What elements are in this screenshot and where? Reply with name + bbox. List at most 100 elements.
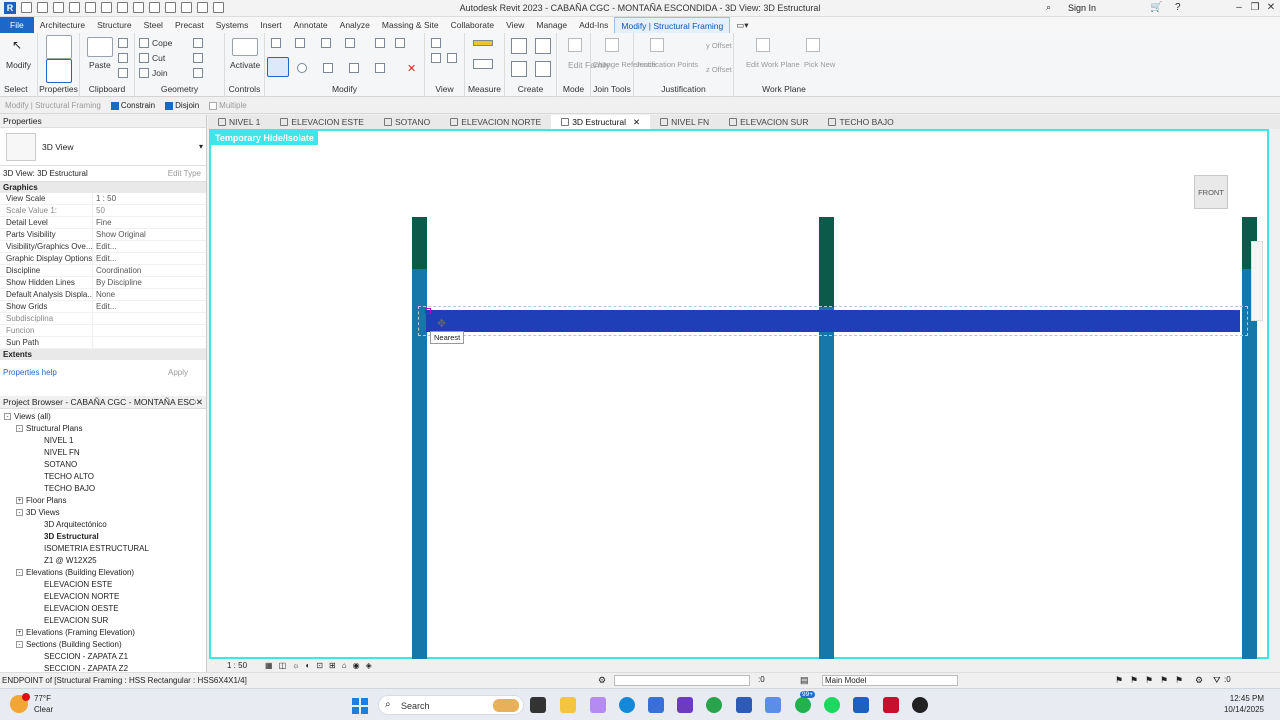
browser-item[interactable]: - Elevations (Building Elevation) <box>0 567 206 579</box>
select-links-icon[interactable]: ⚑ <box>1115 675 1123 686</box>
browser-item[interactable]: + Floor Plans <box>0 495 206 507</box>
activate-icon[interactable] <box>232 38 258 56</box>
snipping-tool-icon[interactable] <box>765 697 781 713</box>
justification-points-button[interactable]: Justification Points <box>636 60 698 69</box>
create-assembly-icon[interactable] <box>511 38 527 54</box>
cope-button[interactable]: Cope <box>152 38 172 48</box>
close-tab-icon[interactable]: ✕ <box>633 115 640 129</box>
clock-time[interactable]: 12:45 PM <box>1210 694 1264 703</box>
property-row[interactable]: Show Grids Edit... <box>0 301 206 313</box>
structural-column[interactable] <box>412 217 427 661</box>
split-icon[interactable] <box>349 63 359 73</box>
open-icon[interactable] <box>21 2 32 13</box>
browser-item[interactable]: ISOMETRIA ESTRUCTURAL <box>0 543 206 555</box>
browser-item[interactable]: Z1 @ W12X25 <box>0 555 206 567</box>
browser-item[interactable]: ELEVACION NORTE <box>0 591 206 603</box>
property-value[interactable]: Edit... <box>92 241 206 252</box>
property-value[interactable]: By Discipline <box>92 277 206 288</box>
join-button[interactable]: Join <box>152 68 168 78</box>
expand-icon[interactable]: + <box>16 629 23 637</box>
store-icon[interactable] <box>648 697 664 713</box>
lock-view-icon[interactable]: ⌂ <box>342 661 347 670</box>
cut-icon[interactable] <box>118 38 128 48</box>
visual-style-icon[interactable]: ◫ <box>279 661 287 670</box>
property-value[interactable]: 1 : 50 <box>92 193 206 204</box>
property-row[interactable]: Graphic Display Options Edit... <box>0 253 206 265</box>
clock-date[interactable]: 10/14/2025 <box>1210 705 1264 714</box>
browser-item[interactable]: 3D Estructural <box>0 531 206 543</box>
file-explorer-icon[interactable] <box>560 697 576 713</box>
select-pinned-icon[interactable]: ⚑ <box>1145 675 1153 686</box>
help-icon[interactable]: ? <box>1175 2 1181 13</box>
join-icon[interactable] <box>139 68 149 78</box>
constrain-checkbox[interactable]: Constrain <box>110 101 155 110</box>
spotify-icon[interactable] <box>824 697 840 713</box>
view-tab[interactable]: ELEVACION NORTE <box>440 115 551 129</box>
reveal-hidden-icon[interactable]: ◈ <box>366 661 372 670</box>
properties-icon[interactable] <box>46 59 72 83</box>
array-icon[interactable] <box>375 63 385 73</box>
close-hidden-icon[interactable] <box>213 2 224 13</box>
text-icon[interactable] <box>149 2 160 13</box>
browser-item[interactable]: ELEVACION SUR <box>0 615 206 627</box>
menu-annotate[interactable]: Annotate <box>288 17 334 33</box>
z-offset-button[interactable]: z Offset <box>706 65 732 74</box>
justification-points-icon[interactable] <box>650 38 664 52</box>
collapse-icon[interactable]: - <box>16 569 23 577</box>
cut-geometry-icon[interactable] <box>139 53 149 63</box>
menu-structure[interactable]: Structure <box>91 17 138 33</box>
collapse-icon[interactable]: - <box>16 641 23 649</box>
property-row[interactable]: Visibility/Graphics Ove... Edit... <box>0 241 206 253</box>
property-row[interactable]: Subdisciplina <box>0 313 206 325</box>
menu-systems[interactable]: Systems <box>210 17 255 33</box>
teams-icon[interactable] <box>677 697 693 713</box>
crop-view-icon[interactable]: ⊡ <box>316 661 323 670</box>
select-dropdown[interactable]: Select <box>4 84 28 94</box>
minimize-icon[interactable]: – <box>1232 2 1246 14</box>
whatsapp-icon[interactable] <box>795 697 811 713</box>
menu-file[interactable]: File <box>0 17 34 33</box>
menu-collaborate[interactable]: Collaborate <box>445 17 500 33</box>
property-value[interactable]: Edit... <box>92 301 206 312</box>
menu-add-ins[interactable]: Add-Ins <box>573 17 614 33</box>
view-tab[interactable]: NIVEL FN <box>650 115 719 129</box>
property-row[interactable]: Default Analysis Displa... None <box>0 289 206 301</box>
browser-item[interactable]: SOTANO <box>0 459 206 471</box>
tab-overflow-icon[interactable]: ▭▾ <box>730 17 754 33</box>
property-row[interactable]: Show Hidden Lines By Discipline <box>0 277 206 289</box>
edit-work-plane-icon[interactable] <box>756 38 770 52</box>
paint-icon[interactable] <box>193 53 203 63</box>
filter-icon[interactable]: ⛛ <box>1213 675 1221 686</box>
browser-item[interactable]: ELEVACION OESTE <box>0 603 206 615</box>
temporary-hide-icon[interactable]: ◉ <box>353 661 360 670</box>
create-similar-icon[interactable] <box>535 61 551 77</box>
sun-path-icon[interactable]: ☼ <box>292 661 299 670</box>
property-value[interactable] <box>92 313 206 324</box>
disjoin-checkbox[interactable]: Disjoin <box>165 101 199 110</box>
menu-massing-site[interactable]: Massing & Site <box>376 17 445 33</box>
activate-button[interactable]: Activate <box>230 60 260 70</box>
browser-item[interactable]: -3D Views <box>0 507 206 519</box>
copilot-icon[interactable] <box>590 697 606 713</box>
detail-level-icon[interactable]: ▦ <box>265 661 273 670</box>
browser-item[interactable]: - Structural Plans <box>0 423 206 435</box>
design-option-dropdown[interactable]: Main Model <box>822 675 958 686</box>
print-icon[interactable] <box>101 2 112 13</box>
thin-lines-icon[interactable] <box>197 2 208 13</box>
github-icon[interactable] <box>912 697 928 713</box>
property-row[interactable]: Funcion <box>0 325 206 337</box>
type-properties-icon[interactable] <box>46 35 72 59</box>
chrome-icon[interactable] <box>706 697 722 713</box>
extents-section[interactable]: Extents <box>0 349 206 360</box>
browser-item[interactable]: + Elevations (Framing Elevation) <box>0 627 206 639</box>
search-icon[interactable]: ⌕ <box>1046 2 1051 13</box>
browser-item[interactable]: NIVEL 1 <box>0 435 206 447</box>
calculator-icon[interactable] <box>736 697 752 713</box>
move-tool-icon[interactable] <box>267 57 289 77</box>
property-value[interactable]: Coordination <box>92 265 206 276</box>
cart-icon[interactable]: 🛒 <box>1150 2 1162 13</box>
pick-new-button[interactable]: Pick New <box>804 60 835 69</box>
paste-button[interactable]: Paste <box>89 60 111 70</box>
multiple-checkbox[interactable]: Multiple <box>209 101 247 110</box>
paste-icon[interactable] <box>87 37 113 57</box>
